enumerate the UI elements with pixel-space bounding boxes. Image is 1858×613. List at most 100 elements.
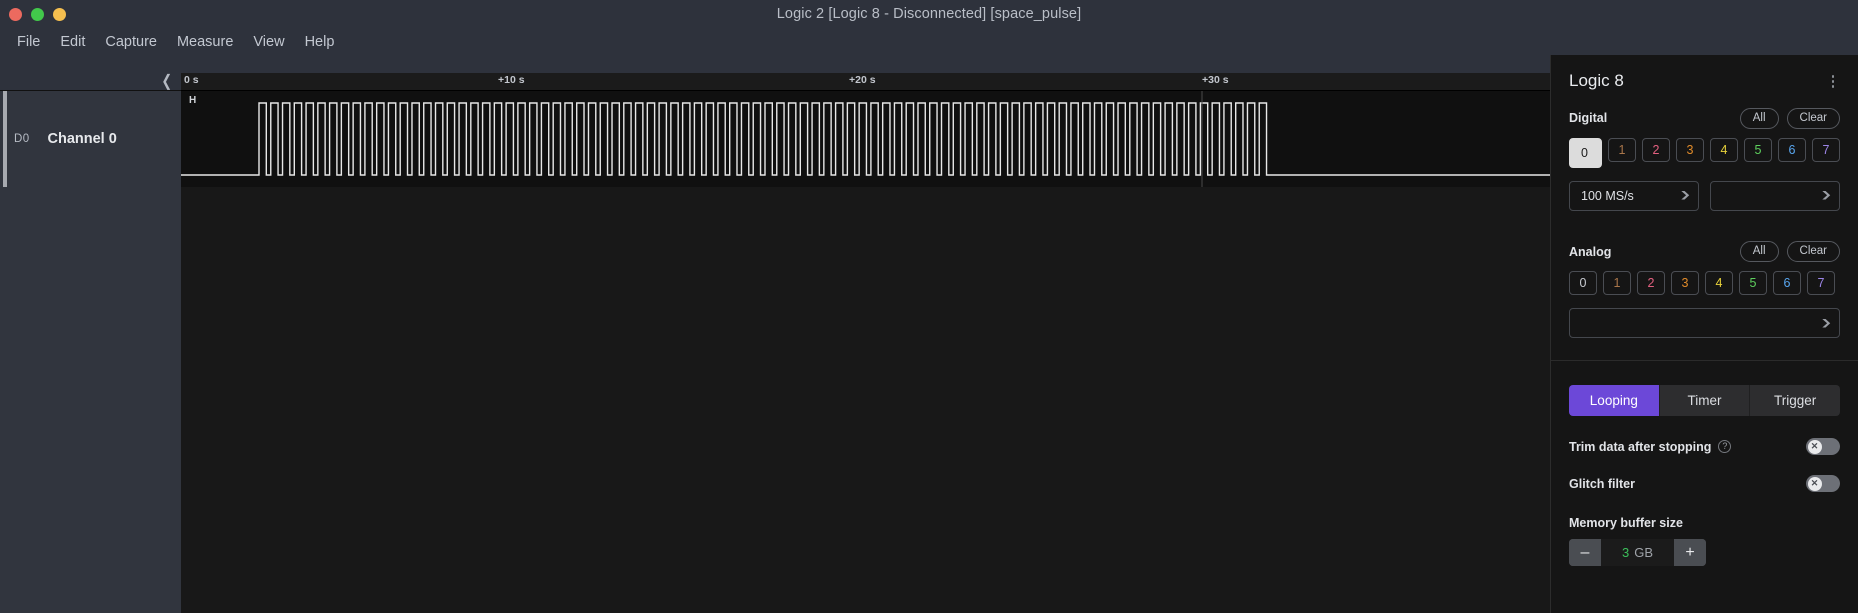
capture-tab-looping[interactable]: Looping — [1569, 385, 1659, 417]
menu-item-measure[interactable]: Measure — [168, 31, 242, 53]
close-button[interactable] — [9, 7, 22, 21]
application-window: Logic 2 [Logic 8 - Disconnected] [space_… — [0, 0, 1858, 613]
digital-channel-button-4[interactable]: 4 — [1710, 137, 1738, 162]
plus-icon[interactable]: + — [1674, 539, 1706, 567]
timeline-track[interactable]: 0 s +10 s +20 s +30 s — [181, 73, 1550, 90]
maximize-button[interactable] — [53, 7, 66, 21]
option-trim-data: Trim data after stopping ? ✕ — [1551, 438, 1858, 456]
digital-channel-buttons: 0 1 2 3 4 5 6 7 — [1569, 137, 1840, 168]
digital-channel-button-3[interactable]: 3 — [1676, 137, 1704, 162]
capture-mode-tabs: Looping Timer Trigger — [1569, 385, 1840, 417]
analog-channel-label: 7 — [1817, 276, 1825, 291]
chevron-left-icon[interactable]: ❮ — [161, 73, 172, 90]
title-bar: Logic 2 [Logic 8 - Disconnected] [space_… — [0, 0, 1858, 28]
panel-divider — [1551, 360, 1858, 362]
digital-sample-rate-select[interactable]: 100 MS/s ❯ — [1569, 180, 1699, 211]
analog-channel-button-4[interactable]: 4 — [1705, 271, 1733, 296]
digital-section: Digital All Clear 0 1 2 3 4 5 6 7 100 MS/s ❯ ❯ — [1551, 102, 1858, 211]
analog-clear-button[interactable]: Clear — [1786, 240, 1840, 263]
analog-channel-label: 0 — [1579, 276, 1587, 291]
menu-item-file[interactable]: File — [8, 31, 49, 53]
analog-bulk-actions: All Clear — [1739, 240, 1840, 263]
glitch-filter-label-group: Glitch filter — [1569, 477, 1635, 491]
analog-channel-button-5[interactable]: 5 — [1739, 271, 1767, 296]
analog-channel-button-3[interactable]: 3 — [1671, 271, 1699, 296]
analog-channel-button-0[interactable]: 0 — [1569, 271, 1597, 296]
channel-label-cell[interactable]: D0 Channel 0 — [0, 90, 181, 187]
waveform-viewer: ❮ 0 s +10 s +20 s +30 s D0 Channel 0 H — [0, 55, 1550, 613]
analog-all-button[interactable]: All — [1739, 240, 1779, 263]
minimize-button[interactable] — [31, 7, 44, 21]
channel-accent-bar — [3, 91, 7, 187]
digital-voltage-select[interactable]: ❯ — [1710, 180, 1840, 211]
toggle-knob-off-icon: ✕ — [1807, 439, 1822, 454]
digital-channel-button-6[interactable]: 6 — [1778, 137, 1806, 162]
digital-config-row: 100 MS/s ❯ ❯ — [1569, 180, 1840, 211]
memory-buffer-unit: GB — [1634, 545, 1654, 561]
digital-bulk-actions: All Clear — [1739, 107, 1840, 129]
analog-channel-button-6[interactable]: 6 — [1773, 271, 1801, 296]
digital-channel-label: 7 — [1822, 142, 1830, 157]
channel-name-label: Channel 0 — [47, 131, 117, 147]
digital-all-button[interactable]: All — [1739, 107, 1779, 129]
analog-channel-buttons: 0 1 2 3 4 5 6 7 — [1569, 271, 1840, 296]
chevron-down-icon: ❯ — [1819, 191, 1832, 201]
menu-item-edit[interactable]: Edit — [51, 31, 94, 53]
empty-track — [181, 187, 1550, 613]
digital-channel-label: 3 — [1686, 142, 1694, 157]
analog-channel-button-1[interactable]: 1 — [1603, 271, 1631, 296]
menu-bar: File Edit Capture Measure View Help — [0, 28, 1858, 55]
digital-channel-label: 5 — [1754, 142, 1762, 157]
device-settings-panel: Logic 8 Digital All Clear 0 1 2 3 4 5 6 7 100 M… — [1550, 55, 1858, 613]
analog-channel-label: 2 — [1647, 276, 1655, 291]
digital-channel-label: 0 — [1581, 145, 1588, 160]
waveform-canvas-d0[interactable]: H — [181, 90, 1550, 187]
digital-channel-button-2[interactable]: 2 — [1642, 137, 1670, 162]
analog-channel-label: 3 — [1681, 276, 1689, 291]
window-title: Logic 2 [Logic 8 - Disconnected] [space_… — [776, 6, 1082, 22]
trim-data-toggle[interactable]: ✕ — [1806, 438, 1840, 456]
analog-channel-label: 1 — [1613, 276, 1621, 291]
menu-item-help[interactable]: Help — [296, 31, 344, 53]
timeline-tick-20: +20 s — [849, 74, 876, 86]
digital-section-header: Digital All Clear — [1569, 107, 1840, 129]
analog-sample-rate-select[interactable]: ❯ — [1569, 308, 1840, 339]
digital-sample-rate-value: 100 MS/s — [1581, 188, 1634, 203]
digital-channel-button-7[interactable]: 7 — [1812, 137, 1840, 162]
toggle-knob-off-icon: ✕ — [1807, 476, 1822, 491]
analog-channel-button-7[interactable]: 7 — [1807, 271, 1835, 296]
panel-header: Logic 8 — [1551, 55, 1858, 102]
analog-channel-label: 4 — [1715, 276, 1723, 291]
trim-data-label-group: Trim data after stopping ? — [1569, 440, 1732, 454]
timeline-tick-0: 0 s — [184, 74, 199, 86]
digital-channel-button-5[interactable]: 5 — [1744, 137, 1772, 162]
timeline-bar[interactable]: ❮ 0 s +10 s +20 s +30 s — [0, 73, 1550, 90]
minus-icon[interactable]: – — [1569, 539, 1601, 567]
timeline-gutter: ❮ — [0, 73, 181, 90]
digital-title: Digital — [1569, 111, 1608, 126]
memory-buffer-value-display[interactable]: 3 GB — [1601, 539, 1674, 567]
menu-item-capture[interactable]: Capture — [96, 31, 166, 53]
memory-buffer-value: 3 — [1621, 545, 1630, 561]
capture-tab-trigger[interactable]: Trigger — [1749, 385, 1840, 417]
capture-tab-timer[interactable]: Timer — [1658, 385, 1750, 417]
main-body: ❮ 0 s +10 s +20 s +30 s D0 Channel 0 H L… — [0, 55, 1858, 613]
glitch-filter-toggle[interactable]: ✕ — [1806, 475, 1840, 493]
digital-channel-button-0[interactable]: 0 — [1569, 137, 1602, 168]
menu-item-view[interactable]: View — [244, 31, 293, 53]
analog-title: Analog — [1569, 244, 1612, 259]
chevron-down-icon: ❯ — [1678, 191, 1691, 201]
analog-channel-button-2[interactable]: 2 — [1637, 271, 1665, 296]
ruler-gutter — [0, 55, 181, 73]
analog-channel-label: 5 — [1749, 276, 1757, 291]
digital-clear-button[interactable]: Clear — [1786, 107, 1840, 129]
digital-channel-button-1[interactable]: 1 — [1608, 137, 1636, 162]
chevron-down-icon: ❯ — [1819, 318, 1832, 328]
question-mark-icon[interactable]: ? — [1718, 440, 1732, 454]
empty-channel-area — [0, 187, 1550, 613]
analog-section-header: Analog All Clear — [1569, 240, 1840, 263]
channel-id-label: D0 — [14, 133, 30, 145]
kebab-menu-icon[interactable] — [1826, 71, 1841, 92]
analog-section: Analog All Clear 0 1 2 3 4 5 6 7 ❯ — [1551, 235, 1858, 339]
window-controls — [0, 7, 66, 21]
